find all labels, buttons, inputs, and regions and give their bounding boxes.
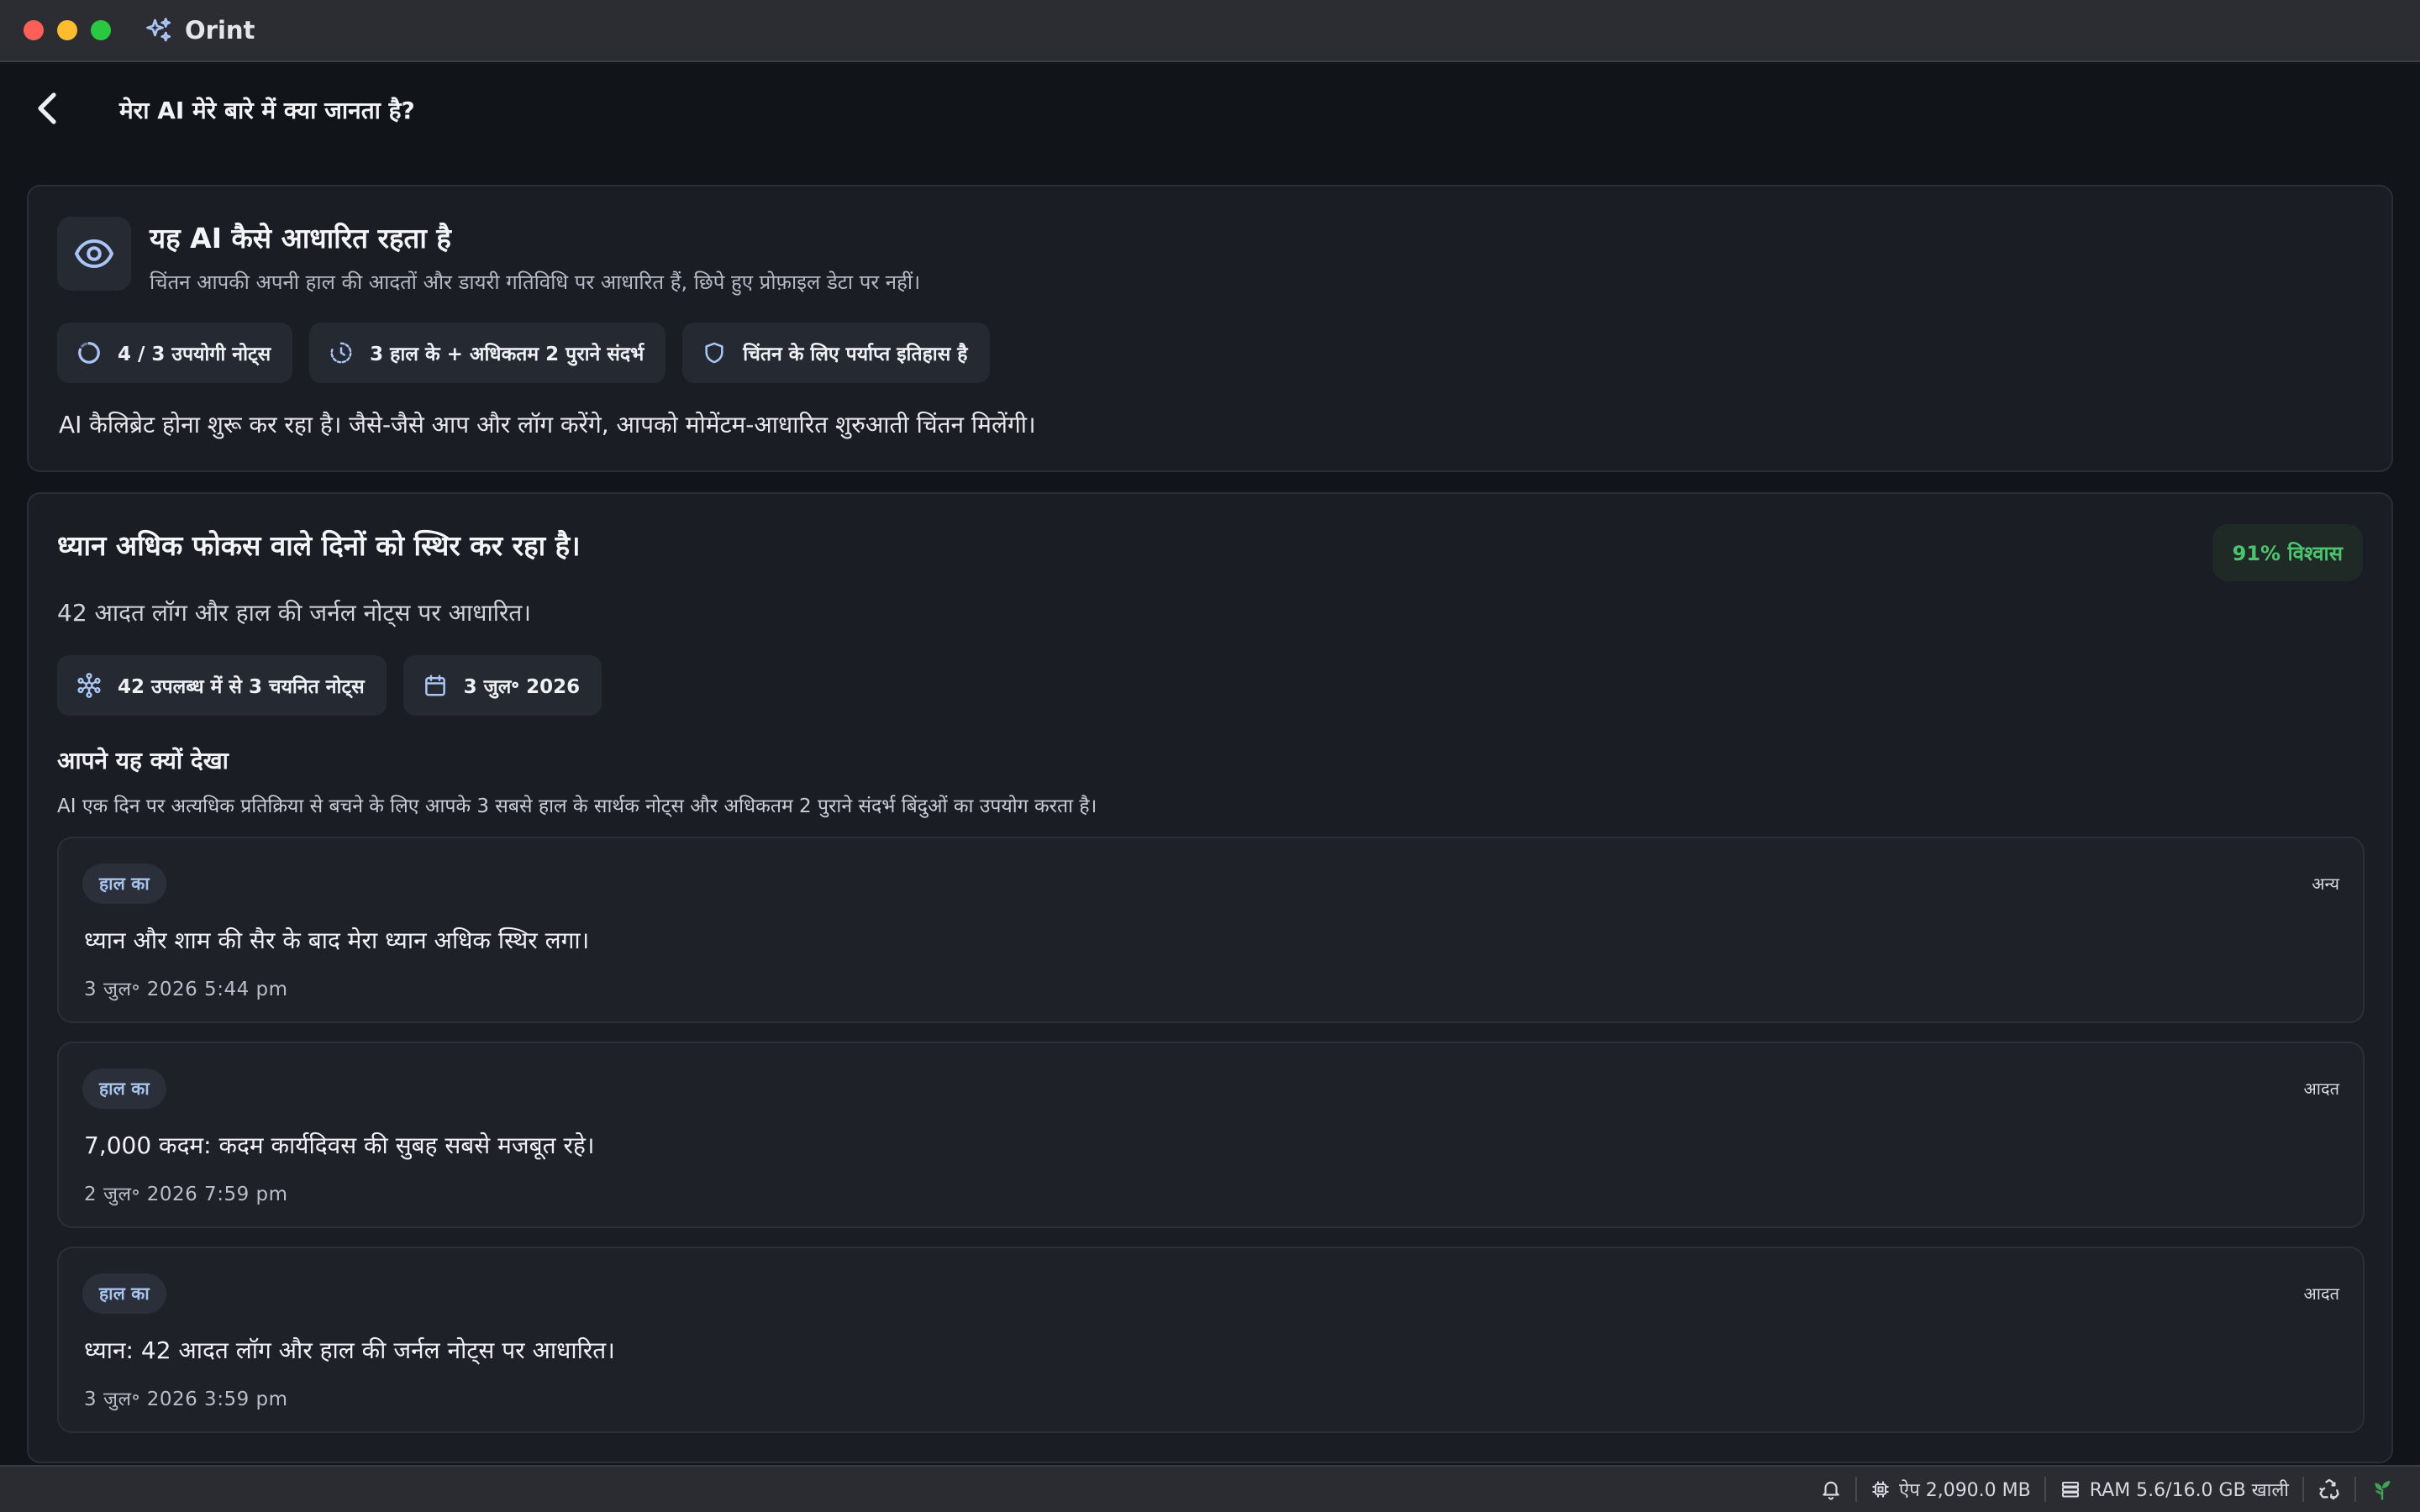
- network-nodes-icon: [76, 672, 103, 699]
- context-window-chip: 3 हाल के + अधिकतम 2 पुराने संदर्भ: [309, 323, 666, 383]
- maximize-window-button[interactable]: [91, 20, 111, 40]
- recent-tag: हाल का: [82, 1273, 166, 1314]
- insight-title: ध्यान अधिक फोकस वाले दिनों को स्थिर कर र…: [57, 529, 581, 562]
- date-label: 3 जुल॰ 2026: [463, 676, 581, 698]
- chevron-left-icon: [32, 90, 66, 130]
- page-header: मेरा AI मेरे बारे में क्या जानता है?: [0, 64, 2420, 156]
- eye-icon: [57, 217, 131, 291]
- useful-notes-label: 4 / 3 उपयोगी नोट्स: [118, 344, 271, 365]
- status-divider: [1855, 1477, 1858, 1502]
- note-category: आदत: [2303, 1079, 2339, 1099]
- recycle-icon[interactable]: [2317, 1478, 2341, 1501]
- grounding-info-card: यह AI कैसे आधारित रहता है चिंतन आपकी अपन…: [27, 185, 2393, 472]
- date-chip: 3 जुल॰ 2026: [402, 655, 602, 716]
- insight-card: ध्यान अधिक फोकस वाले दिनों को स्थिर कर र…: [27, 492, 2393, 1463]
- source-note-card[interactable]: हाल का आदत ध्यान: 42 आदत लॉग और हाल की ज…: [57, 1247, 2365, 1433]
- context-window-label: 3 हाल के + अधिकतम 2 पुराने संदर्भ: [370, 344, 644, 365]
- note-category: आदत: [2303, 1284, 2339, 1304]
- ram-indicator: RAM 5.6/16.0 GB खाली: [2060, 1477, 2289, 1502]
- note-timestamp: 3 जुल॰ 2026 3:59 pm: [84, 1389, 288, 1410]
- window-controls: [24, 20, 111, 40]
- calibration-message: AI कैलिब्रेट होना शुरू कर रहा है। जैसे-ज…: [59, 411, 1036, 438]
- recent-tag: हाल का: [82, 1068, 166, 1109]
- note-text: ध्यान: 42 आदत लॉग और हाल की जर्नल नोट्स …: [84, 1336, 615, 1364]
- bell-icon[interactable]: [1820, 1478, 1842, 1501]
- selected-notes-chip: 42 उपलब्ध में से 3 चयनित नोट्स: [57, 655, 387, 716]
- ram-label: RAM 5.6/16.0 GB खाली: [2089, 1480, 2289, 1501]
- grounding-title: यह AI कैसे आधारित रहता है: [150, 222, 451, 255]
- history-clock-icon: [328, 339, 355, 366]
- grounding-header: यह AI कैसे आधारित रहता है चिंतन आपकी अपन…: [57, 217, 920, 296]
- source-note-card[interactable]: हाल का आदत 7,000 कदम: कदम कार्यदिवस की स…: [57, 1042, 2365, 1228]
- memory-stack-icon: [2060, 1479, 2081, 1499]
- app-name: Orint: [185, 16, 255, 45]
- status-bar: ऐप 2,090.0 MB RAM 5.6/16.0 GB खाली: [0, 1465, 2420, 1512]
- history-sufficient-chip: चिंतन के लिए पर्याप्त इतिहास है: [682, 323, 990, 383]
- why-section-description: AI एक दिन पर अत्यधिक प्रतिक्रिया से बचने…: [57, 795, 1097, 817]
- chip-icon: [1870, 1479, 1891, 1499]
- insight-chips: 42 उपलब्ध में से 3 चयनित नोट्स 3 जुल॰ 20…: [57, 655, 602, 716]
- progress-ring-icon: [76, 339, 103, 366]
- note-timestamp: 3 जुल॰ 2026 5:44 pm: [84, 979, 288, 1000]
- grounding-subtitle: चिंतन आपकी अपनी हाल की आदतों और डायरी गत…: [150, 270, 921, 294]
- plant-icon[interactable]: [2370, 1477, 2395, 1502]
- recent-tag: हाल का: [82, 864, 166, 904]
- app-memory-indicator: ऐप 2,090.0 MB: [1870, 1477, 2031, 1502]
- grounding-chips: 4 / 3 उपयोगी नोट्स 3 हाल के + अधिकतम 2 प…: [57, 323, 990, 383]
- history-sufficient-label: चिंतन के लिए पर्याप्त इतिहास है: [743, 344, 968, 365]
- note-category: अन्य: [2312, 874, 2339, 894]
- shield-icon: [701, 339, 728, 366]
- why-section-title: आपने यह क्यों देखा: [57, 747, 229, 774]
- minimize-window-button[interactable]: [57, 20, 77, 40]
- status-divider: [2044, 1477, 2046, 1502]
- confidence-badge: 91% विश्वास: [2212, 524, 2363, 581]
- source-note-card[interactable]: हाल का अन्य ध्यान और शाम की सैर के बाद म…: [57, 837, 2365, 1023]
- status-divider: [2302, 1477, 2304, 1502]
- back-button[interactable]: [24, 85, 74, 135]
- selected-notes-label: 42 उपलब्ध में से 3 चयनित नोट्स: [118, 676, 365, 698]
- close-window-button[interactable]: [24, 20, 44, 40]
- window-titlebar: Orint: [0, 0, 2420, 62]
- note-text: 7,000 कदम: कदम कार्यदिवस की सुबह सबसे मज…: [84, 1131, 595, 1159]
- sparkles-icon: [143, 14, 175, 46]
- note-timestamp: 2 जुल॰ 2026 7:59 pm: [84, 1184, 288, 1205]
- page-title: मेरा AI मेरे बारे में क्या जानता है?: [119, 97, 415, 124]
- insight-basis: 42 आदत लॉग और हाल की जर्नल नोट्स पर आधार…: [57, 599, 531, 627]
- status-divider: [2354, 1477, 2356, 1502]
- app-memory-label: ऐप 2,090.0 MB: [1899, 1480, 2031, 1501]
- useful-notes-chip: 4 / 3 उपयोगी नोट्स: [57, 323, 293, 383]
- calendar-icon: [422, 672, 449, 699]
- note-text: ध्यान और शाम की सैर के बाद मेरा ध्यान अध…: [84, 927, 590, 954]
